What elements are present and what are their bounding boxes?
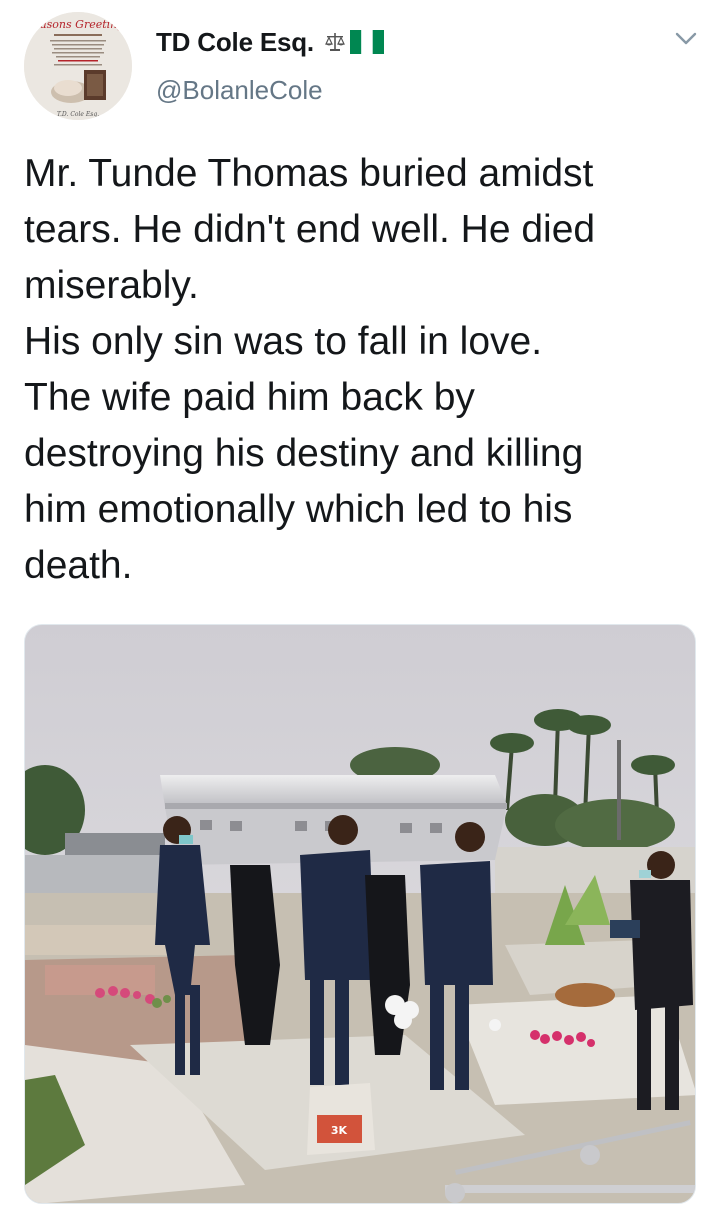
more-options-button[interactable] [671, 27, 701, 51]
tweet-text-line: The wife paid him back by [24, 376, 475, 419]
tweet-text-line: miserably. [24, 264, 199, 307]
author-name-row: TD Cole Esq. [156, 27, 384, 57]
tweet-text-line: Mr. Tunde Thomas buried amidst [24, 152, 594, 195]
display-name[interactable]: TD Cole Esq. [156, 27, 314, 58]
tweet-text: Mr. Tunde Thomas buried amidst tears. He… [24, 146, 704, 594]
nigeria-flag-icon [349, 30, 384, 54]
name-badges [324, 30, 384, 54]
avatar-image: Seasons Greetings T.D. Cole Esq. [24, 12, 132, 120]
tweet-text-line: him emotionally which led to his [24, 488, 573, 531]
funeral-photo: 3K [25, 625, 695, 1203]
avatar[interactable]: Seasons Greetings T.D. Cole Esq. [24, 12, 132, 120]
tweet-text-line: destroying his destiny and killing [24, 432, 584, 475]
tweet-photo[interactable]: 3K [24, 624, 696, 1204]
scales-icon [325, 33, 345, 51]
bag-label: 3K [331, 1124, 348, 1137]
tweet-text-line: tears. He didn't end well. He died [24, 208, 596, 251]
tweet-text-line: death. [24, 544, 133, 587]
avatar-signature: T.D. Cole Esq. [57, 111, 99, 118]
avatar-caption: Seasons Greetings [26, 18, 130, 31]
author-handle[interactable]: @BolanleCole [156, 75, 323, 106]
tweet-text-line: His only sin was to fall in love. [24, 320, 543, 363]
chevron-down-icon [675, 32, 697, 45]
